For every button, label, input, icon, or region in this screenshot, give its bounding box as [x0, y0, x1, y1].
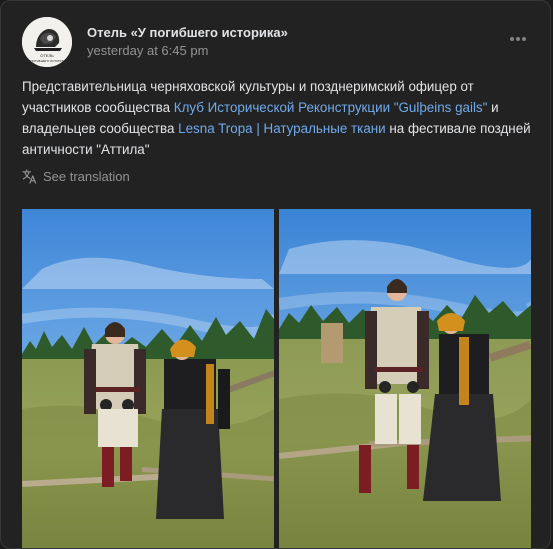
photo-1-image: [22, 209, 274, 548]
post-time[interactable]: yesterday at 6:45 pm: [87, 43, 208, 58]
avatar-logo-line2: «У ПОГИБШЕГО ИСТОРИКА»: [26, 59, 68, 63]
photo-2-image: [279, 209, 531, 548]
translate-icon: [22, 168, 37, 184]
more-options-button[interactable]: [508, 29, 528, 49]
avatar[interactable]: ОТЕЛЬ «У ПОГИБШЕГО ИСТОРИКА»: [22, 17, 72, 67]
author-name[interactable]: Отель «У погибшего историка»: [87, 25, 288, 40]
photo-2[interactable]: [279, 209, 531, 548]
link-club[interactable]: Клуб Исторической Реконструкции "Gulþein…: [174, 100, 488, 115]
avatar-logo: ОТЕЛЬ «У ПОГИБШЕГО ИСТОРИКА»: [22, 17, 72, 67]
avatar-logo-line1: ОТЕЛЬ: [40, 53, 54, 58]
see-translation-button[interactable]: See translation: [22, 166, 130, 186]
post-text: Представительница черняховской культуры …: [22, 76, 532, 160]
more-horizontal-icon: [510, 37, 526, 41]
photo-1[interactable]: [22, 209, 274, 548]
see-translation-label: See translation: [43, 168, 130, 184]
post-card: ОТЕЛЬ «У ПОГИБШЕГО ИСТОРИКА» Отель «У по…: [0, 0, 551, 549]
link-lesna-tropa[interactable]: Lesna Tropa | Натуральные ткани: [178, 121, 386, 136]
